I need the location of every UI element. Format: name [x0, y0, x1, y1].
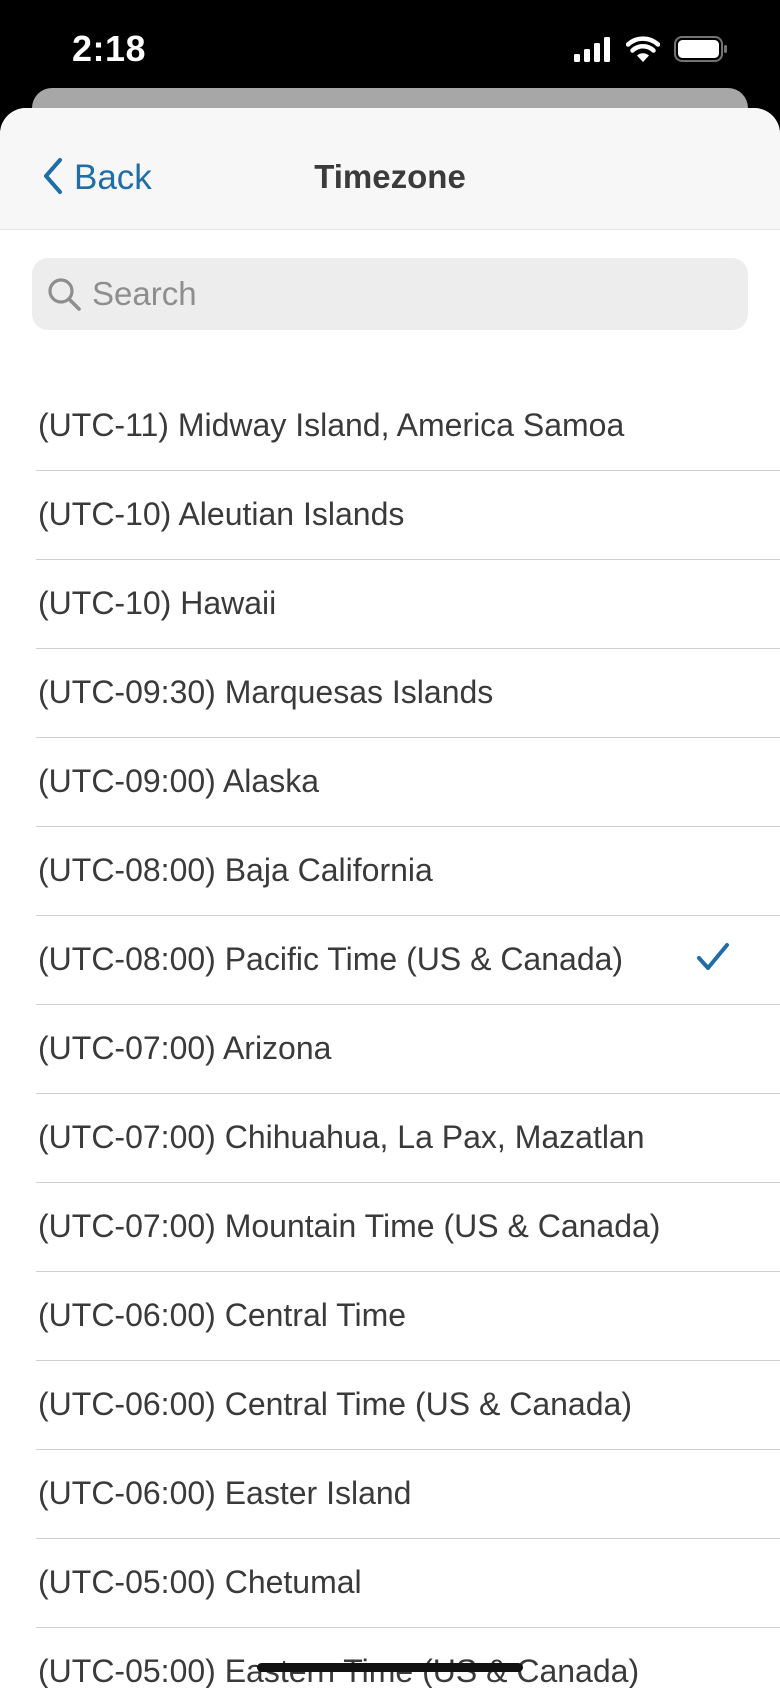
timezone-row[interactable]: (UTC-08:00) Baja California	[36, 827, 780, 916]
timezone-row[interactable]: (UTC-05:00) Eastern Time (US & Canada)	[36, 1628, 780, 1688]
timezone-label: (UTC-07:00) Mountain Time (US & Canada)	[38, 1208, 661, 1244]
timezone-label: (UTC-09:30) Marquesas Islands	[38, 674, 494, 710]
status-bar: 2:18	[0, 0, 780, 100]
search-input[interactable]	[92, 275, 692, 313]
timezone-label: (UTC-08:00) Pacific Time (US & Canada)	[38, 941, 624, 977]
timezone-row[interactable]: (UTC-06:00) Central Time	[36, 1272, 780, 1361]
timezone-label: (UTC-11) Midway Island, America Samoa	[38, 407, 625, 443]
search-bar[interactable]	[32, 258, 748, 330]
timezone-row[interactable]: (UTC-09:30) Marquesas Islands	[36, 649, 780, 738]
timezone-label: (UTC-05:00) Eastern Time (US & Canada)	[38, 1653, 640, 1688]
timezone-label: (UTC-06:00) Central Time (US & Canada)	[38, 1386, 632, 1422]
timezone-row[interactable]: (UTC-07:00) Chihuahua, La Pax, Mazatlan	[36, 1094, 780, 1183]
timezone-label: (UTC-05:00) Chetumal	[38, 1564, 362, 1600]
timezone-label: (UTC-06:00) Central Time	[38, 1297, 407, 1333]
battery-icon	[674, 36, 728, 67]
checkmark-icon	[696, 942, 730, 972]
timezone-row[interactable]: (UTC-07:00) Mountain Time (US & Canada)	[36, 1183, 780, 1272]
timezone-row[interactable]: (UTC-11) Midway Island, America Samoa	[36, 382, 780, 471]
timezone-row[interactable]: (UTC-05:00) Chetumal	[36, 1539, 780, 1628]
timezone-label: (UTC-06:00) Easter Island	[38, 1475, 412, 1511]
timezone-row[interactable]: (UTC-10) Hawaii	[36, 560, 780, 649]
timezone-label: (UTC-08:00) Baja California	[38, 852, 433, 888]
timezone-label: (UTC-07:00) Arizona	[38, 1030, 332, 1066]
timezone-row[interactable]: (UTC-08:00) Pacific Time (US & Canada)	[36, 916, 780, 1005]
status-time: 2:18	[72, 28, 147, 69]
timezone-row[interactable]: (UTC-06:00) Central Time (US & Canada)	[36, 1361, 780, 1450]
signal-icon	[574, 36, 612, 67]
timezone-row[interactable]: (UTC-09:00) Alaska	[36, 738, 780, 827]
home-indicator	[257, 1663, 523, 1672]
timezone-label: (UTC-07:00) Chihuahua, La Pax, Mazatlan	[38, 1119, 645, 1155]
timezone-label: (UTC-10) Hawaii	[38, 585, 277, 621]
status-icons	[574, 36, 728, 67]
nav-bar: Back Timezone	[0, 108, 780, 230]
timezone-row[interactable]: (UTC-07:00) Arizona	[36, 1005, 780, 1094]
page-title: Timezone	[314, 158, 466, 195]
timezone-sheet: Back Timezone (UTC-11) Midway Island, Am…	[0, 108, 780, 1688]
timezone-row[interactable]: (UTC-10) Aleutian Islands	[36, 471, 780, 560]
search-icon	[46, 276, 82, 312]
timezone-label: (UTC-10) Aleutian Islands	[38, 496, 405, 532]
wifi-icon	[625, 36, 661, 67]
timezone-row[interactable]: (UTC-06:00) Easter Island	[36, 1450, 780, 1539]
timezone-list: (UTC-11) Midway Island, America Samoa (UT…	[0, 382, 780, 1688]
timezone-label: (UTC-09:00) Alaska	[38, 763, 319, 799]
